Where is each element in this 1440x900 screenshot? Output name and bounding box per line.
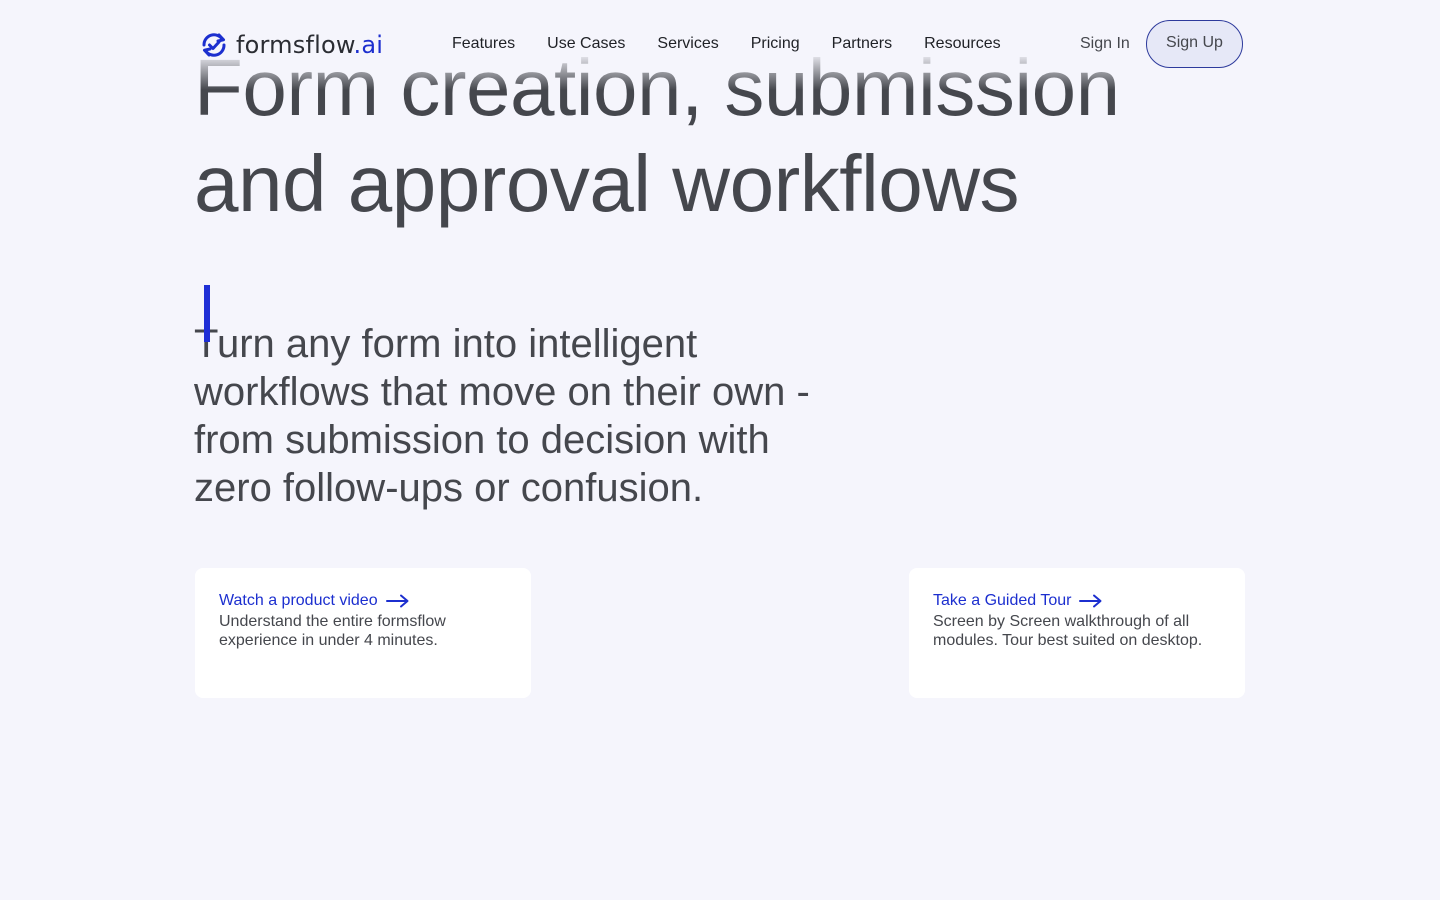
product-video-description: Understand the entire formsflow experien…	[219, 613, 446, 649]
guided-tour-label: Take a Guided Tour	[933, 592, 1072, 609]
nav-pricing[interactable]: Pricing	[751, 34, 800, 54]
nav-features[interactable]: Features	[452, 34, 515, 54]
guided-tour-link[interactable]: Take a Guided Tour	[933, 592, 1103, 610]
logo-suffix: .ai	[353, 31, 384, 59]
hero-title-line-2: and approval workflows	[194, 139, 1019, 228]
arrow-right-icon	[1079, 594, 1102, 608]
product-video-card[interactable]: Watch a product video Understand the ent…	[195, 568, 531, 698]
sign-up-button[interactable]: Sign Up	[1146, 20, 1243, 68]
arrow-right-icon	[385, 594, 409, 608]
watch-video-link[interactable]: Watch a product video	[219, 592, 410, 610]
nav-use-cases[interactable]: Use Cases	[547, 34, 625, 54]
hero-subtitle: Turn any form into intelligent workflows…	[194, 322, 810, 510]
main-nav: Features Use Cases Services Pricing Part…	[452, 34, 1033, 54]
watch-video-label: Watch a product video	[219, 592, 378, 609]
nav-services[interactable]: Services	[657, 34, 718, 54]
nav-partners[interactable]: Partners	[832, 34, 892, 54]
page: Form creation, submission and approval w…	[0, 0, 1440, 900]
guided-tour-description: Screen by Screen walkthrough of all modu…	[933, 613, 1203, 649]
logo-text: formsflow.ai	[236, 31, 383, 59]
site-header: formsflow.ai Features Use Cases Services…	[0, 0, 1440, 90]
refresh-check-icon	[202, 33, 226, 57]
nav-resources[interactable]: Resources	[924, 34, 1000, 54]
sign-in-link[interactable]: Sign In	[1080, 34, 1130, 54]
logo-link[interactable]: formsflow.ai	[198, 28, 383, 62]
guided-tour-card[interactable]: Take a Guided Tour Screen by Screen walk…	[909, 568, 1245, 698]
logo-name: formsflow	[236, 31, 354, 59]
text-cursor	[204, 285, 210, 342]
